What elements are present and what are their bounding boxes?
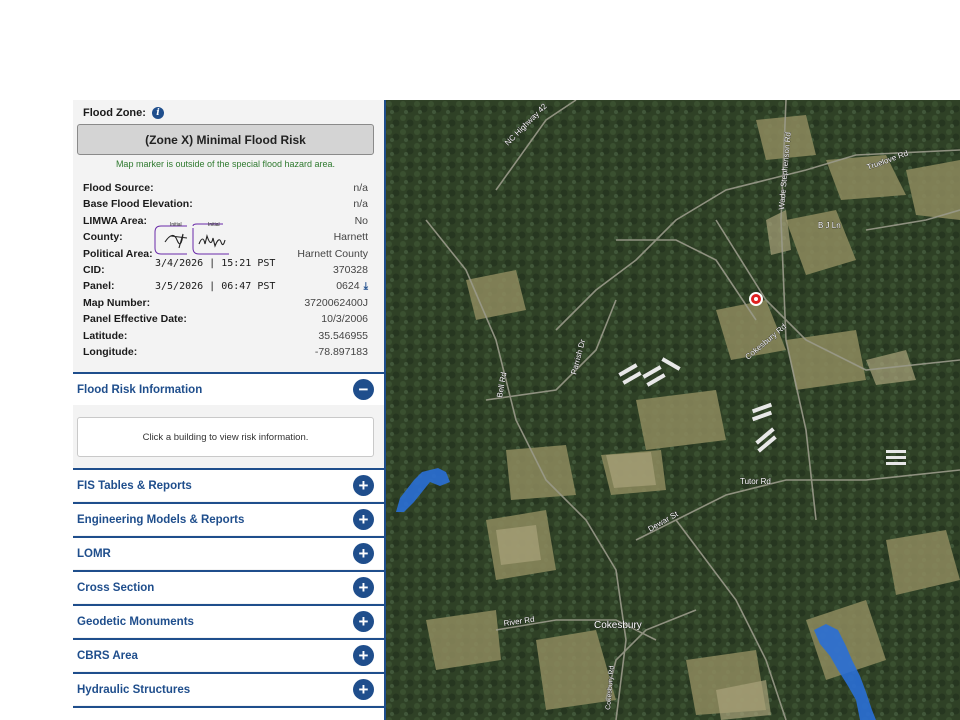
section-title: Geodetic Monuments bbox=[77, 615, 194, 628]
section-cbrs-area[interactable]: CBRS Area + bbox=[73, 638, 385, 671]
section-title: LOMR bbox=[77, 547, 111, 560]
property-value: n/a bbox=[353, 182, 368, 194]
property-value: -78.897183 bbox=[314, 345, 368, 358]
property-value: No bbox=[354, 214, 368, 227]
section-cross-section[interactable]: Cross Section + bbox=[73, 570, 385, 603]
signature-date-2: 3/5/2026 | 06:47 PST bbox=[155, 281, 276, 292]
property-label: Longitude: bbox=[83, 345, 138, 358]
section-engineering-models[interactable]: Engineering Models & Reports + bbox=[73, 502, 385, 535]
flood-info-panel: Flood Zone: i (Zone X) Minimal Flood Ris… bbox=[73, 100, 385, 720]
map-label-cokesbury-town: Cokesbury bbox=[594, 620, 642, 631]
section-hydraulic-structures[interactable]: Hydraulic Structures + bbox=[73, 672, 385, 705]
satellite-map[interactable]: NC Highway 42 Wade Stephenson Rd Truelov… bbox=[386, 100, 960, 720]
property-label: LIMWA Area: bbox=[83, 214, 147, 227]
section-title: FIS Tables & Reports bbox=[77, 479, 192, 492]
section-divider bbox=[73, 706, 385, 720]
property-value: 370328 bbox=[332, 263, 368, 276]
download-icon[interactable]: ⤓ bbox=[364, 281, 368, 292]
property-row: Panel Effective Date: 10/3/2006 bbox=[83, 313, 368, 329]
property-label: County: bbox=[83, 231, 123, 244]
property-label: Map Number: bbox=[83, 296, 151, 309]
section-title: Hydraulic Structures bbox=[77, 683, 191, 696]
property-row: Longitude: -78.897183 bbox=[83, 346, 368, 362]
signature-date-1: 3/4/2026 | 15:21 PST bbox=[155, 258, 276, 269]
flood-risk-message: Click a building to view risk informatio… bbox=[77, 417, 374, 457]
section-title: Cross Section bbox=[77, 581, 155, 594]
section-geodetic-monuments[interactable]: Geodetic Monuments + bbox=[73, 604, 385, 637]
property-value: Harnett County bbox=[297, 247, 368, 260]
property-label: Flood Source: bbox=[83, 182, 154, 194]
expand-icon[interactable]: + bbox=[353, 475, 374, 496]
property-label: Political Area: bbox=[83, 247, 153, 260]
property-label: CID: bbox=[83, 263, 105, 276]
property-row: Flood Source: n/a bbox=[83, 182, 368, 198]
expand-icon[interactable]: + bbox=[353, 577, 374, 598]
section-title: Engineering Models & Reports bbox=[77, 513, 245, 526]
initial-label-2: Initial bbox=[208, 222, 220, 228]
initial-label-1: Initial bbox=[170, 222, 182, 228]
expand-icon[interactable]: + bbox=[353, 543, 374, 564]
flood-zone-header: Flood Zone: i bbox=[83, 107, 164, 119]
property-value: 10/3/2006 bbox=[321, 313, 368, 326]
expand-icon[interactable]: + bbox=[353, 645, 374, 666]
info-icon[interactable]: i bbox=[151, 107, 164, 119]
property-row: Base Flood Elevation: n/a bbox=[83, 198, 368, 214]
map-label-tutor-rd: Tutor Rd bbox=[740, 477, 771, 486]
flood-zone-label: Flood Zone: bbox=[83, 107, 146, 119]
collapse-icon[interactable]: − bbox=[353, 379, 374, 400]
signature-overlay: Initial Initial 3/4/2026 | 15:21 PST 3/5… bbox=[153, 220, 303, 295]
property-label: Panel Effective Date: bbox=[83, 313, 187, 326]
panel-number: 0624 bbox=[336, 280, 360, 293]
property-value: 0624 ⤓ bbox=[336, 280, 368, 292]
property-value: 3720062400J bbox=[304, 296, 368, 309]
section-lomr[interactable]: LOMR + bbox=[73, 536, 385, 569]
property-value: 35.546955 bbox=[318, 329, 368, 342]
expand-icon[interactable]: + bbox=[353, 679, 374, 700]
map-canvas[interactable]: NC Highway 42 Wade Stephenson Rd Truelov… bbox=[386, 100, 960, 720]
property-value: Harnett bbox=[333, 231, 368, 244]
property-label: Base Flood Elevation: bbox=[83, 198, 193, 211]
property-row: Latitude: 35.546955 bbox=[83, 330, 368, 346]
property-label: Panel: bbox=[83, 280, 115, 293]
flood-zone-button[interactable]: (Zone X) Minimal Flood Risk bbox=[77, 124, 374, 155]
section-title: Flood Risk Information bbox=[77, 383, 203, 396]
map-label-bj-ln: B J Ln bbox=[818, 221, 841, 230]
section-flood-risk-information[interactable]: Flood Risk Information − bbox=[73, 372, 385, 405]
section-fis-tables[interactable]: FIS Tables & Reports + bbox=[73, 468, 385, 501]
location-marker[interactable] bbox=[749, 292, 763, 306]
expand-icon[interactable]: + bbox=[353, 611, 374, 632]
flood-zone-note: Map marker is outside of the special flo… bbox=[115, 159, 336, 169]
expand-icon[interactable]: + bbox=[353, 509, 374, 530]
property-label: Latitude: bbox=[83, 329, 128, 342]
section-title: CBRS Area bbox=[77, 649, 138, 662]
property-value: n/a bbox=[353, 198, 368, 211]
property-row: Map Number: 3720062400J bbox=[83, 297, 368, 313]
